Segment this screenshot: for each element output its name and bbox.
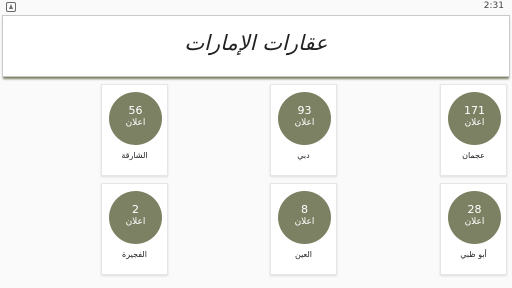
emirate-card-ajman[interactable]: 171 اعلان عجمان <box>440 84 507 176</box>
emirate-name: الشارقة <box>121 151 148 160</box>
emirate-name: دبي <box>297 151 310 160</box>
ad-count-badge: 28 اعلان <box>448 191 501 244</box>
emirate-name: عجمان <box>462 151 485 160</box>
ad-count-badge: 2 اعلان <box>109 191 162 244</box>
ad-count: 93 <box>297 104 312 117</box>
emirate-name: العين <box>294 250 313 259</box>
ad-count-label: اعلان <box>125 118 146 128</box>
ad-count: 56 <box>128 104 143 117</box>
emirate-card-dubai[interactable]: 93 اعلان دبي <box>270 84 337 176</box>
ad-count-label: اعلان <box>294 217 315 227</box>
emirate-card-al-ain[interactable]: 8 اعلان العين <box>270 183 337 275</box>
ad-count: 2 <box>132 203 139 216</box>
ad-count: 171 <box>464 104 485 117</box>
emirate-name: أبو ظبي <box>460 250 487 259</box>
ad-count-label: اعلان <box>294 118 315 128</box>
page-title: عقارات الإمارات <box>184 31 328 55</box>
ad-count: 8 <box>301 203 308 216</box>
status-time: 2:31 <box>483 1 504 11</box>
ad-count: 28 <box>467 203 482 216</box>
ad-count-label: اعلان <box>464 118 485 128</box>
ad-count-label: اعلان <box>125 217 146 227</box>
emirate-name: الفجيرة <box>122 250 147 259</box>
ad-count-badge: 171 اعلان <box>448 92 501 145</box>
ad-count-badge: 93 اعلان <box>278 92 331 145</box>
status-bar: 2:31 <box>0 0 512 14</box>
ad-count-label: اعلان <box>464 217 485 227</box>
emirate-card-abu-dhabi[interactable]: 28 اعلان أبو ظبي <box>440 183 507 275</box>
ad-count-badge: 56 اعلان <box>109 92 162 145</box>
android-notification-icon <box>6 2 16 12</box>
ad-count-badge: 8 اعلان <box>278 191 331 244</box>
emirate-card-fujairah[interactable]: 2 اعلان الفجيرة <box>101 183 168 275</box>
emirate-card-sharjah[interactable]: 56 اعلان الشارقة <box>101 84 168 176</box>
app-header: عقارات الإمارات <box>2 15 510 77</box>
